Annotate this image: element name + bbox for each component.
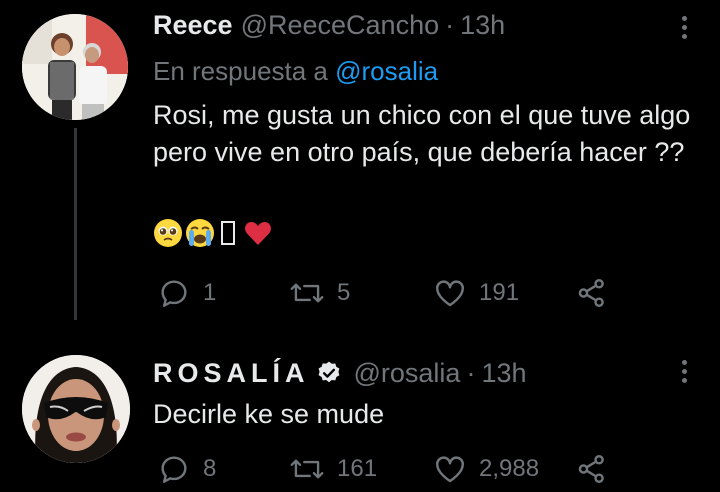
- like-icon: [436, 456, 464, 483]
- retweet-icon: [290, 283, 324, 303]
- like-button[interactable]: 2,988: [433, 452, 575, 486]
- more-icon[interactable]: [682, 16, 688, 43]
- reply-count: 8: [203, 455, 217, 482]
- reply-prefix: En respuesta a: [153, 56, 328, 86]
- share-icon: [578, 455, 604, 483]
- like-count: 2,988: [479, 455, 540, 482]
- action-bar: 1 5 191: [157, 276, 609, 310]
- crying-face-emoji: [186, 219, 214, 247]
- like-icon: [436, 280, 464, 307]
- tweet-header: ROSALÍA @rosalia · 13h: [153, 356, 527, 389]
- tweet-text: Rosi, me gusta un chico con el que tuve …: [153, 100, 691, 167]
- action-bar: 8 161 2,988: [157, 452, 609, 486]
- share-button[interactable]: [575, 276, 609, 310]
- missing-glyph-box: [221, 221, 235, 245]
- retweet-button[interactable]: 161: [289, 452, 433, 486]
- author-handle[interactable]: @rosalia: [354, 358, 461, 389]
- author-name[interactable]: ROSALÍA: [153, 358, 310, 389]
- reply-count: 1: [203, 279, 217, 306]
- separator-dot: ·: [445, 10, 455, 40]
- thread-connector-line: [74, 128, 77, 320]
- avatar-reece[interactable]: [22, 14, 128, 120]
- avatar-rosalia-image: [22, 355, 130, 463]
- retweet-icon: [290, 459, 324, 479]
- tweet-reece[interactable]: Reece @ReeceCancho · 13h En respuesta a …: [0, 0, 720, 330]
- emoji-row: [153, 218, 273, 248]
- tweet-text: Decirle ke se mude: [153, 399, 385, 429]
- reply-button[interactable]: 8: [157, 452, 289, 486]
- reply-icon: [161, 456, 187, 483]
- reply-button[interactable]: 1: [157, 276, 289, 310]
- more-icon[interactable]: [682, 360, 688, 387]
- tweet-timestamp[interactable]: 13h: [481, 358, 526, 389]
- separator-dot: ·: [466, 358, 476, 388]
- share-icon: [578, 279, 604, 307]
- retweet-button[interactable]: 5: [289, 276, 433, 310]
- avatar-rosalia[interactable]: [22, 355, 130, 463]
- reply-mention-link[interactable]: @rosalia: [335, 56, 438, 86]
- retweet-count: 5: [337, 279, 351, 306]
- pleading-face-emoji: [154, 219, 182, 247]
- verified-badge-icon: [318, 361, 339, 383]
- like-button[interactable]: 191: [433, 276, 575, 310]
- tweet-header: Reece @ReeceCancho · 13h: [153, 10, 505, 41]
- retweet-count: 161: [337, 455, 378, 482]
- red-heart-emoji: [245, 222, 271, 245]
- tweet-timestamp[interactable]: 13h: [460, 10, 505, 41]
- avatar-reece-image: [22, 14, 128, 120]
- share-button[interactable]: [575, 452, 609, 486]
- reply-icon: [161, 280, 187, 307]
- author-name[interactable]: Reece: [153, 10, 233, 41]
- author-handle[interactable]: @ReeceCancho: [241, 10, 440, 41]
- like-count: 191: [479, 279, 520, 306]
- reply-context: En respuesta a @rosalia: [153, 56, 438, 87]
